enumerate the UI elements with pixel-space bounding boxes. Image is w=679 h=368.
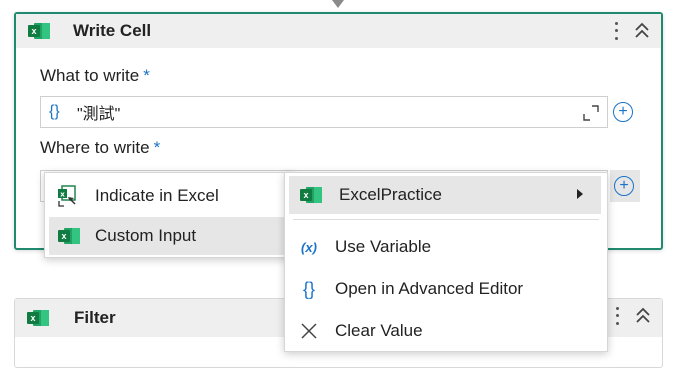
more-options-icon[interactable] [611,20,621,42]
required-mark: * [153,138,161,157]
card-header[interactable]: x Write Cell [16,14,661,48]
close-icon [297,319,321,343]
plus-button[interactable]: + [613,102,633,122]
what-to-write-input[interactable]: {} "測試" [40,96,608,128]
menu-item-label: Open in Advanced Editor [335,279,524,298]
what-to-write-text: What to write [40,66,140,85]
card-title: Write Cell [73,21,152,40]
menu-separator [293,219,599,220]
plus-button[interactable]: + [614,176,634,196]
options-menu: x ExcelPractice (x) Use Variable {} Open… [284,172,608,352]
card-title: Filter [74,308,116,327]
svg-text:x: x [60,191,65,199]
expand-icon[interactable] [583,105,599,121]
more-options-icon[interactable] [612,305,622,327]
submenu-arrow-icon [577,189,583,199]
variable-icon: (x) [301,239,317,255]
menu-item-label: ExcelPractice [339,185,442,204]
excel-icon: x [28,21,50,41]
collapse-icon[interactable] [633,21,651,41]
menu-item-indicate-in-excel[interactable]: x Indicate in Excel [45,177,293,215]
menu-item-label: Custom Input [95,226,197,245]
where-to-write-text: Where to write [40,138,150,157]
menu-item-label: Indicate in Excel [95,186,219,205]
connector-arrow [332,0,344,8]
braces-icon: {} [302,278,316,299]
menu-item-label: Use Variable [335,237,432,256]
menu-item-use-variable[interactable]: (x) Use Variable [285,227,607,267]
excel-icon: x [57,224,81,248]
what-to-write-label: What to write * [40,66,150,86]
excel-icon: x [27,308,49,328]
where-to-write-label: Where to write * [40,138,160,158]
indicate-excel-icon: x [57,184,81,208]
collapse-icon[interactable] [634,306,652,326]
input-mode-menu: x Indicate in Excel x Custom Input [44,172,294,258]
excel-icon: x [299,183,323,207]
menu-item-label: Clear Value [335,321,423,340]
plus-button-wrap: + [610,170,640,202]
menu-item-excelpractice[interactable]: x ExcelPractice [289,176,601,214]
menu-item-open-advanced-editor[interactable]: {} Open in Advanced Editor [285,269,607,309]
menu-item-custom-input[interactable]: x Custom Input [49,217,287,255]
what-to-write-value: "測試" [77,106,121,123]
menu-item-clear-value[interactable]: Clear Value [285,311,607,351]
braces-icon: {} [49,103,60,120]
required-mark: * [143,66,150,85]
